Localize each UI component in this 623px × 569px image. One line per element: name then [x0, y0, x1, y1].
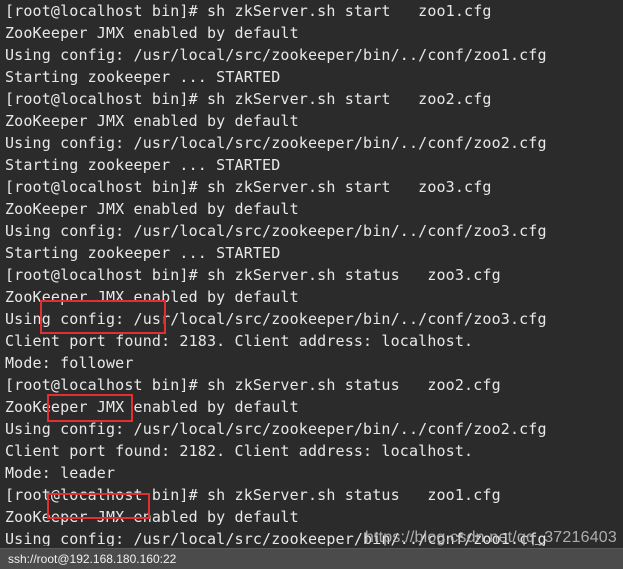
status-bar: ssh://root@192.168.180.160:22 [0, 548, 623, 569]
terminal-line: ZooKeeper JMX enabled by default [0, 506, 623, 528]
terminal-line-text: Mode: follower [5, 354, 134, 372]
terminal-line-text: ZooKeeper JMX enabled by default [5, 508, 299, 526]
terminal-line-text: [root@localhost bin]# sh zkServer.sh sta… [5, 486, 501, 504]
terminal-line-text: ZooKeeper JMX enabled by default [5, 288, 299, 306]
terminal-line-text: ZooKeeper JMX enabled by default [5, 398, 299, 416]
terminal-line-text: Starting zookeeper ... STARTED [5, 244, 281, 262]
terminal-line-text: ZooKeeper JMX enabled by default [5, 24, 299, 42]
terminal-line: ZooKeeper JMX enabled by default [0, 396, 623, 418]
terminal-line-text: Client port found: 2182. Client address:… [5, 442, 474, 460]
terminal-line-text: Using config: /usr/local/src/zookeeper/b… [5, 222, 547, 240]
terminal-line: Starting zookeeper ... STARTED [0, 154, 623, 176]
watermark-text: https://blog.csdn.net/qq_37216403 [364, 529, 617, 546]
terminal-line: Using config: /usr/local/src/zookeeper/b… [0, 44, 623, 66]
terminal-line: [root@localhost bin]# sh zkServer.sh sta… [0, 374, 623, 396]
terminal-line: [root@localhost bin]# sh zkServer.sh sta… [0, 88, 623, 110]
terminal-window: [root@localhost bin]# sh zkServer.sh sta… [0, 0, 623, 569]
terminal-line: Starting zookeeper ... STARTED [0, 66, 623, 88]
terminal-line: [root@localhost bin]# sh zkServer.sh sta… [0, 0, 623, 22]
terminal-line-text: [root@localhost bin]# sh zkServer.sh sta… [5, 2, 492, 20]
terminal-line-text: ZooKeeper JMX enabled by default [5, 112, 299, 130]
terminal-line: Using config: /usr/local/src/zookeeper/b… [0, 418, 623, 440]
terminal-line: Client port found: 2183. Client address:… [0, 330, 623, 352]
terminal-line: Using config: /usr/local/src/zookeeper/b… [0, 308, 623, 330]
terminal-line: ZooKeeper JMX enabled by default [0, 22, 623, 44]
terminal-line-text: [root@localhost bin]# sh zkServer.sh sta… [5, 266, 501, 284]
terminal-line-text: Using config: /usr/local/src/zookeeper/b… [5, 134, 547, 152]
terminal-line: Using config: /usr/local/src/zookeeper/b… [0, 220, 623, 242]
ssh-connection-label: ssh://root@192.168.180.160:22 [8, 552, 177, 566]
terminal-output-area[interactable]: [root@localhost bin]# sh zkServer.sh sta… [0, 0, 623, 546]
terminal-line-text: ZooKeeper JMX enabled by default [5, 200, 299, 218]
terminal-line-mode-follower: Mode: follower [0, 352, 623, 374]
terminal-line-text: Mode: leader [5, 464, 116, 482]
terminal-line-text: Using config: /usr/local/src/zookeeper/b… [5, 310, 547, 328]
terminal-line: ZooKeeper JMX enabled by default [0, 198, 623, 220]
terminal-line: [root@localhost bin]# sh zkServer.sh sta… [0, 176, 623, 198]
terminal-line-text: Using config: /usr/local/src/zookeeper/b… [5, 46, 547, 64]
terminal-line: Starting zookeeper ... STARTED [0, 242, 623, 264]
terminal-line-text: [root@localhost bin]# sh zkServer.sh sta… [5, 178, 492, 196]
terminal-line-text: Starting zookeeper ... STARTED [5, 156, 281, 174]
terminal-line: Using config: /usr/local/src/zookeeper/b… [0, 132, 623, 154]
terminal-line: ZooKeeper JMX enabled by default [0, 286, 623, 308]
terminal-line-text: Client port found: 2183. Client address:… [5, 332, 474, 350]
terminal-line-text: Using config: /usr/local/src/zookeeper/b… [5, 420, 547, 438]
terminal-line: Client port found: 2182. Client address:… [0, 440, 623, 462]
terminal-line-text: [root@localhost bin]# sh zkServer.sh sta… [5, 376, 501, 394]
terminal-line-text: Starting zookeeper ... STARTED [5, 68, 281, 86]
terminal-line: [root@localhost bin]# sh zkServer.sh sta… [0, 264, 623, 286]
terminal-line: [root@localhost bin]# sh zkServer.sh sta… [0, 484, 623, 506]
terminal-line: ZooKeeper JMX enabled by default [0, 110, 623, 132]
terminal-line-mode-leader: Mode: leader [0, 462, 623, 484]
terminal-line-text: [root@localhost bin]# sh zkServer.sh sta… [5, 90, 492, 108]
